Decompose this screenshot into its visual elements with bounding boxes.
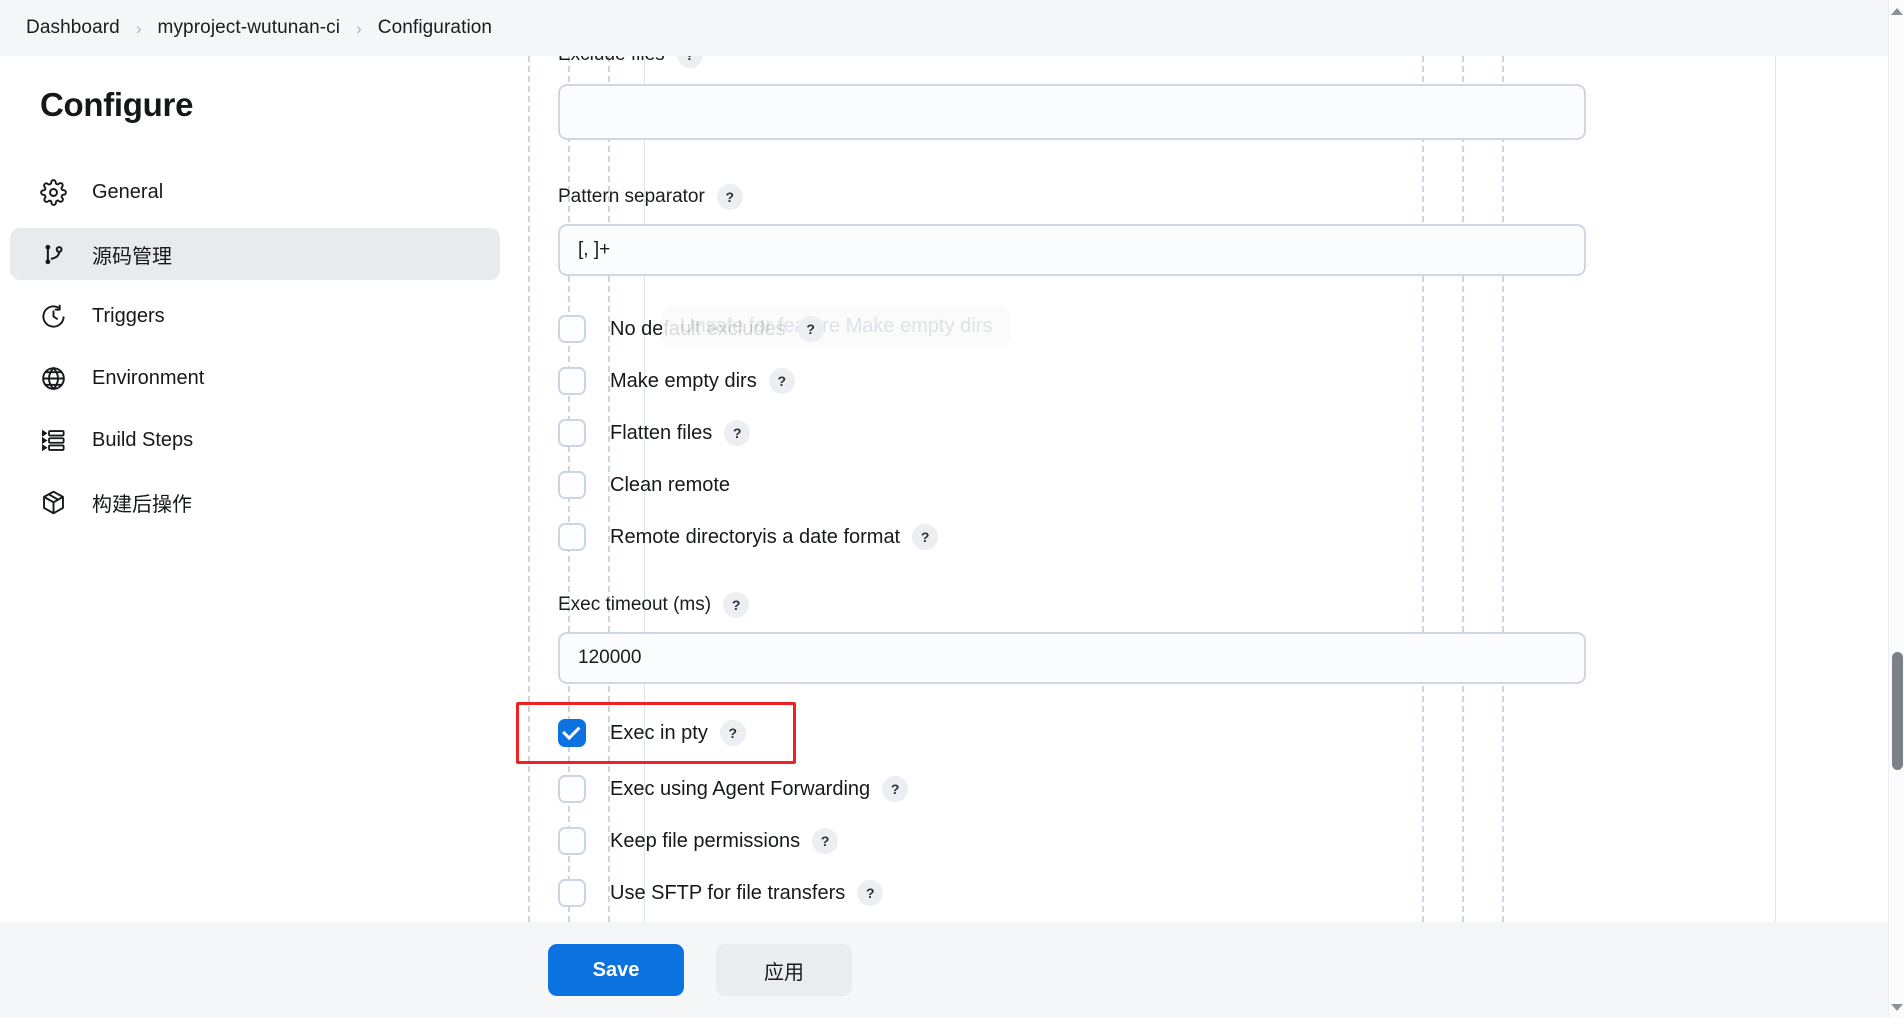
checkbox-label: Exec in pty: [610, 721, 708, 744]
exec-timeout-input[interactable]: [558, 632, 1586, 684]
help-icon[interactable]: ?: [912, 524, 939, 550]
chevron-right-icon: ›: [356, 18, 362, 38]
sidebar-item-environment[interactable]: Environment: [10, 352, 500, 404]
breadcrumb-item-dashboard[interactable]: Dashboard: [26, 17, 120, 39]
save-button[interactable]: Save: [548, 944, 684, 996]
globe-icon: [38, 363, 68, 393]
checkbox-remote-directory-date-format[interactable]: [558, 523, 586, 551]
scroll-down-arrow-icon[interactable]: [1889, 998, 1904, 1016]
help-icon[interactable]: ?: [716, 184, 743, 210]
sidebar-item-label: 构建后操作: [92, 493, 192, 516]
form-actions-footer: Save 应用: [0, 922, 1888, 1018]
help-icon[interactable]: ?: [797, 316, 824, 342]
field-exclude-files: Exclude files ?: [510, 56, 1888, 140]
chevron-right-icon: ›: [135, 18, 142, 38]
help-icon[interactable]: ?: [676, 56, 703, 68]
checkbox-use-sftp[interactable]: [558, 879, 586, 907]
package-icon: [38, 487, 68, 517]
sidebar-item-triggers[interactable]: Triggers: [10, 290, 500, 342]
sidebar-item-source-code-management[interactable]: 源码管理: [10, 228, 500, 280]
checkbox-row-remote-directory-date-format[interactable]: Remote directoryis a date format ?: [510, 516, 1888, 558]
checkbox-label: No default excludes: [610, 317, 786, 340]
scrollbar-thumb[interactable]: [1892, 652, 1903, 770]
checkbox-exec-in-pty[interactable]: [558, 719, 586, 747]
steps-icon: [38, 425, 68, 455]
scroll-up-arrow-icon[interactable]: [1889, 2, 1904, 20]
breadcrumb-item-configuration[interactable]: Configuration: [378, 17, 492, 39]
sidebar-item-post-build-actions[interactable]: 构建后操作: [10, 476, 500, 528]
checkbox-label: Exec using Agent Forwarding: [610, 777, 871, 800]
clock-icon: [38, 301, 68, 331]
exclude-files-input[interactable]: [558, 84, 1586, 140]
checkbox-label: Flatten files: [610, 421, 713, 444]
checkbox-label: Clean remote: [610, 473, 731, 496]
sidebar-item-build-steps[interactable]: Build Steps: [10, 414, 500, 466]
help-icon[interactable]: ?: [719, 720, 746, 746]
sidebar-item-label: General: [92, 180, 164, 203]
checkbox-row-exec-using-agent-forwarding[interactable]: Exec using Agent Forwarding ?: [510, 768, 1888, 810]
config-form: Exclude files ? Pattern separator ? Unsa…: [510, 56, 1888, 914]
field-label: Exec timeout (ms): [558, 594, 712, 615]
apply-button[interactable]: 应用: [716, 944, 852, 996]
checkbox-label: Use SFTP for file transfers: [610, 881, 846, 904]
checkbox-keep-file-permissions[interactable]: [558, 827, 586, 855]
pattern-separator-input[interactable]: [558, 224, 1586, 276]
checkbox-clean-remote[interactable]: [558, 471, 586, 499]
sidebar-item-label: Triggers: [92, 304, 165, 327]
checkbox-row-flatten-files[interactable]: Flatten files ?: [510, 412, 1888, 454]
sidebar: Configure General 源码管理 Triggers Environm…: [0, 56, 510, 962]
field-pattern-separator: Pattern separator ?: [510, 184, 1888, 276]
breadcrumb: Dashboard › myproject-wutunan-ci › Confi…: [0, 0, 1888, 56]
checkbox-row-use-sftp[interactable]: Use SFTP for file transfers ?: [510, 872, 1888, 914]
sidebar-item-general[interactable]: General: [10, 166, 500, 218]
checkbox-label: Make empty dirs: [610, 369, 757, 392]
help-icon[interactable]: ?: [882, 776, 909, 802]
branch-icon: [38, 239, 68, 269]
help-icon[interactable]: ?: [857, 880, 884, 906]
checkbox-row-exec-in-pty[interactable]: Exec in pty ?: [510, 706, 1888, 760]
field-label: Exclude files: [558, 56, 665, 66]
config-form-scroll-area[interactable]: Exclude files ? Pattern separator ? Unsa…: [510, 56, 1888, 962]
sidebar-item-label: Environment: [92, 366, 205, 389]
breadcrumb-item-project[interactable]: myproject-wutunan-ci: [158, 17, 341, 39]
checkbox-group-general: Unsafe for feature Make empty dirs No de…: [510, 306, 1888, 558]
field-label: Pattern separator: [558, 186, 705, 207]
vertical-scrollbar[interactable]: [1888, 0, 1904, 1018]
app-root: Dashboard › myproject-wutunan-ci › Confi…: [0, 0, 1904, 1018]
help-icon[interactable]: ?: [723, 592, 750, 618]
help-icon[interactable]: ?: [768, 368, 795, 394]
sidebar-item-label: Build Steps: [92, 428, 194, 451]
page-title: Configure: [40, 86, 194, 123]
checkbox-make-empty-dirs[interactable]: [558, 367, 586, 395]
help-icon[interactable]: ?: [812, 828, 839, 854]
checkbox-row-keep-file-permissions[interactable]: Keep file permissions ?: [510, 820, 1888, 862]
gear-icon: [38, 177, 68, 207]
help-icon[interactable]: ?: [724, 420, 751, 446]
checkbox-row-clean-remote[interactable]: Clean remote: [510, 464, 1888, 506]
field-exec-timeout: Exec timeout (ms) ?: [510, 592, 1888, 684]
checkbox-exec-using-agent-forwarding[interactable]: [558, 775, 586, 803]
checkbox-label: Keep file permissions: [610, 829, 801, 852]
checkbox-no-default-excludes[interactable]: [558, 315, 586, 343]
checkbox-row-make-empty-dirs[interactable]: Make empty dirs ?: [510, 360, 1888, 402]
checkbox-group-exec: Exec in pty ? Exec using Agent Forwardin…: [510, 702, 1888, 914]
sidebar-item-label: 源码管理: [92, 245, 172, 268]
sidebar-nav: General 源码管理 Triggers Environment Build …: [0, 166, 510, 528]
checkbox-row-no-default-excludes[interactable]: No default excludes ?: [510, 308, 1888, 350]
checkbox-label: Remote directoryis a date format: [610, 525, 901, 548]
checkbox-flatten-files[interactable]: [558, 419, 586, 447]
